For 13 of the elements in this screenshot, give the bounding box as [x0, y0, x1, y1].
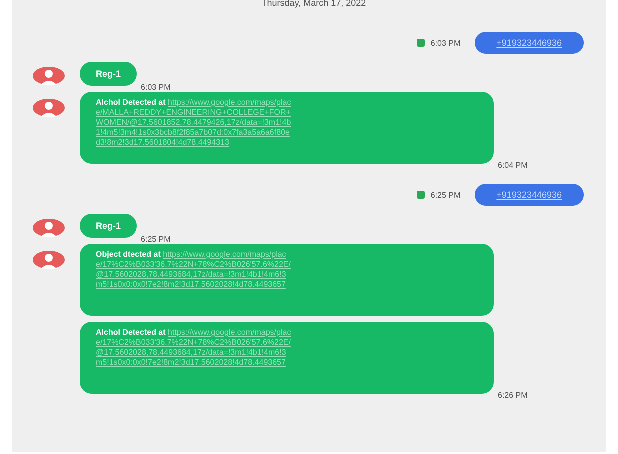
- message-time: 6:25 PM: [430, 190, 461, 200]
- message-time: 6:04 PM: [498, 161, 528, 170]
- phone-number-link[interactable]: +919323446936: [474, 32, 584, 54]
- message-text: Alchol Detected at https://www.google.com/maps/place/MALLA+REDDY+ENGINEERING+COLLEGE+FOR+WOMEN/@17.5601852,78.4479426,17z/data=!3m1!4b1!4m5!3m4!1s0x3bcb8f2f85a7b07d:0x7fa3a5a6a6f80ed3!8m2!3d17.5601804!4d78.4494313: [96, 98, 292, 148]
- message-time: 6:03 PM: [430, 38, 461, 48]
- message-text: Alchol Detected at https://www.google.com/maps/place/17%C2%B033'36.7%22N+78%C2%B026'57.6%22E/@17.5602028,78.4493684,17z/data=!3m1!4b1!4m6!3m5!1s0x0:0x0!7e2!8m2!3d17.5602028!4d78.4493657: [96, 328, 292, 368]
- phone-number-link[interactable]: +919323446936: [474, 184, 584, 206]
- message-text: Reg-1: [96, 221, 122, 231]
- message-time: 6:25 PM: [141, 235, 171, 244]
- message-time: 6:26 PM: [498, 391, 528, 400]
- message-time: 6:03 PM: [141, 83, 171, 92]
- message-text: Reg-1: [96, 69, 122, 79]
- message-text: Object dtected at https://www.google.com/maps/place/17%C2%B033'36.7%22N+78%C2%B026'57.6%22E/@17.5602028,78.4493684,17z/data=!3m1!4b1!4m6!3m5!1s0x0:0x0!7e2!8m2!3d17.5602028!4d78.4493657: [96, 250, 292, 290]
